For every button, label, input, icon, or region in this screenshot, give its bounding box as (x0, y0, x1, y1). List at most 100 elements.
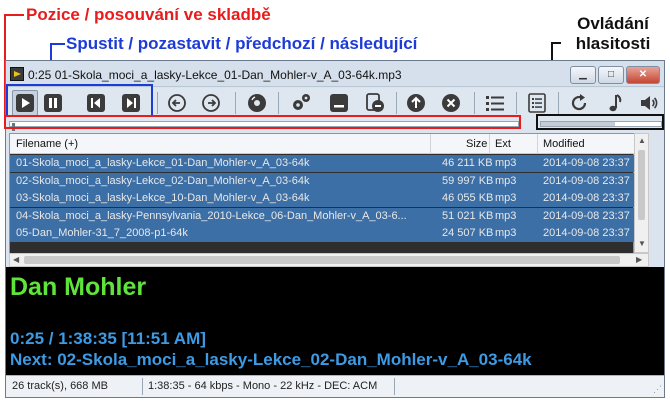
cell-ext: mp3 (495, 192, 517, 204)
status-format: 1:38:35 - 64 kbps - Mono - 22 kHz - DEC:… (148, 380, 378, 392)
note-button[interactable] (602, 90, 628, 116)
up-button[interactable] (403, 90, 429, 116)
cell-modified: 2014-09-08 23:37 (543, 209, 630, 222)
playlist-table[interactable]: Filename (+) Size Ext Modified 01-Skola_… (9, 133, 635, 267)
seek-leader-h (4, 14, 24, 16)
seek-highlight-box (4, 115, 521, 129)
table-row[interactable]: 05-Dan_Mohler-31_7_2008-p1-64k 24 507 KB m… (10, 225, 635, 242)
close-button[interactable]: ✕ (626, 66, 660, 84)
forward-icon (202, 94, 220, 112)
scroll-left-arrow[interactable]: ◀ (13, 255, 19, 264)
playback-time: 0:25 / 1:38:35 [11:51 AM] (10, 329, 206, 348)
next-track: Next: 02-Skola_moci_a_lasky-Lekce_02-Dan… (10, 350, 532, 369)
cell-size: 24 507 KB (442, 227, 494, 239)
cell-ext: mp3 (495, 157, 517, 169)
table-row[interactable]: 01-Skola_moci_a_lasky-Lekce_01-Dan_Mohle… (10, 155, 635, 172)
scroll-right-arrow[interactable]: ▶ (636, 255, 642, 264)
cell-ext: mp3 (495, 209, 517, 222)
status-divider (394, 378, 395, 395)
list-icon (486, 96, 504, 111)
cell-ext: mp3 (495, 174, 517, 187)
column-divider (430, 134, 431, 154)
playlist-header: Filename (+) Size Ext Modified (10, 134, 635, 154)
playback-highlight-box (6, 84, 153, 117)
toolbar-separator (157, 92, 158, 114)
settings-icon (293, 94, 310, 110)
toolbar-separator (558, 92, 559, 114)
settings-button[interactable] (288, 90, 314, 116)
cell-modified: 2014-09-08 23:37 (543, 227, 630, 239)
annotation-volume-line2: hlasitosti (575, 34, 651, 53)
resize-grip-icon[interactable]: ⋰ (653, 384, 662, 395)
annotation-volume: Ovládání hlasitosti (560, 14, 666, 54)
horizontal-scroll-thumb[interactable] (24, 256, 620, 264)
forward-button[interactable] (198, 90, 224, 116)
cell-size: 46 211 KB (442, 157, 493, 169)
scroll-up-arrow[interactable]: ▲ (638, 136, 646, 145)
horizontal-scrollbar[interactable]: ◀ ▶ (9, 253, 649, 267)
scroll-down-arrow[interactable]: ▼ (638, 239, 646, 248)
disc-icon (248, 94, 266, 112)
cell-filename: 04-Skola_moci_a_lasky-Pennsylvania_2010-… (16, 209, 407, 222)
app-icon (10, 67, 24, 81)
playlist-icon (528, 93, 546, 113)
toolbar-separator (278, 92, 279, 114)
status-divider (142, 378, 143, 395)
window-title: 0:25 01-Skola_moci_a_lasky-Lekce_01-Dan_… (28, 68, 402, 82)
vertical-scroll-thumb[interactable] (638, 150, 645, 220)
annotation-volume-line1: Ovládání (577, 14, 649, 33)
annotation-seek: Pozice / posouvání ve skladbě (26, 5, 271, 24)
cell-size: 59 997 KB (442, 174, 494, 187)
cell-filename: 05-Dan_Mohler-31_7_2008-p1-64k (16, 227, 188, 239)
stop-icon (442, 94, 460, 112)
cell-filename: 02-Skola_moci_a_lasky-Lekce_02-Dan_Mohle… (16, 174, 310, 187)
column-modified[interactable]: Modified (543, 138, 585, 150)
cell-size: 46 055 KB (442, 192, 494, 204)
remove-button[interactable] (362, 90, 388, 116)
repeat-button[interactable] (566, 90, 592, 116)
now-playing-panel: Dan Mohler 0:25 / 1:38:35 [11:51 AM] Nex… (6, 267, 664, 375)
cell-size: 51 021 KB (442, 209, 494, 222)
minimize-panel-button[interactable] (326, 90, 352, 116)
toolbar-separator (396, 92, 397, 114)
table-row[interactable]: 03-Skola_moci_a_lasky-Lekce_10-Dan_Mohle… (10, 190, 635, 207)
table-row[interactable]: 02-Skola_moci_a_lasky-Lekce_02-Dan_Mohle… (10, 172, 635, 190)
toolbar-separator (516, 92, 517, 114)
back-icon (168, 94, 186, 112)
disc-button[interactable] (244, 90, 270, 116)
column-ext[interactable]: Ext (495, 138, 511, 150)
column-divider (489, 134, 490, 154)
note-icon (609, 94, 622, 112)
column-filename[interactable]: Filename (+) (16, 138, 78, 150)
list-button[interactable] (482, 90, 508, 116)
column-size[interactable]: Size (466, 138, 487, 150)
toolbar-separator (474, 92, 475, 114)
repeat-icon (571, 94, 587, 111)
column-divider (537, 134, 538, 154)
artist-name: Dan Mohler (10, 273, 147, 301)
table-row[interactable]: 04-Skola_moci_a_lasky-Pennsylvania_2010-… (10, 207, 635, 225)
volume-icon (641, 96, 658, 110)
cell-modified: 2014-09-08 23:37 (543, 157, 630, 169)
vertical-scrollbar[interactable]: ▲ ▼ (634, 133, 649, 253)
stop-button[interactable] (438, 90, 464, 116)
volume-button[interactable] (636, 90, 662, 116)
cell-modified: 2014-09-08 23:37 (543, 174, 630, 187)
back-button[interactable] (164, 90, 190, 116)
cell-filename: 03-Skola_moci_a_lasky-Lekce_10-Dan_Mohle… (16, 192, 310, 204)
cell-ext: mp3 (495, 227, 517, 239)
status-tracks: 26 track(s), 668 MB (12, 380, 108, 392)
minimize-button[interactable]: ▁ (570, 66, 596, 84)
toolbar-separator (235, 92, 236, 114)
remove-icon (366, 93, 384, 112)
up-icon (407, 94, 425, 112)
volume-highlight-box (536, 114, 664, 130)
maximize-button[interactable]: □ (598, 66, 624, 84)
cell-filename: 01-Skola_moci_a_lasky-Lekce_01-Dan_Mohle… (16, 157, 310, 169)
playlist-button[interactable] (524, 90, 550, 116)
annotation-playback: Spustit / pozastavit / předchozí / násle… (66, 34, 418, 53)
status-bar: 26 track(s), 668 MB 1:38:35 - 64 kbps - … (6, 375, 664, 397)
playback-leader-h (50, 43, 65, 45)
cell-modified: 2014-09-08 23:37 (543, 192, 630, 204)
minimize-panel-icon (330, 94, 348, 112)
